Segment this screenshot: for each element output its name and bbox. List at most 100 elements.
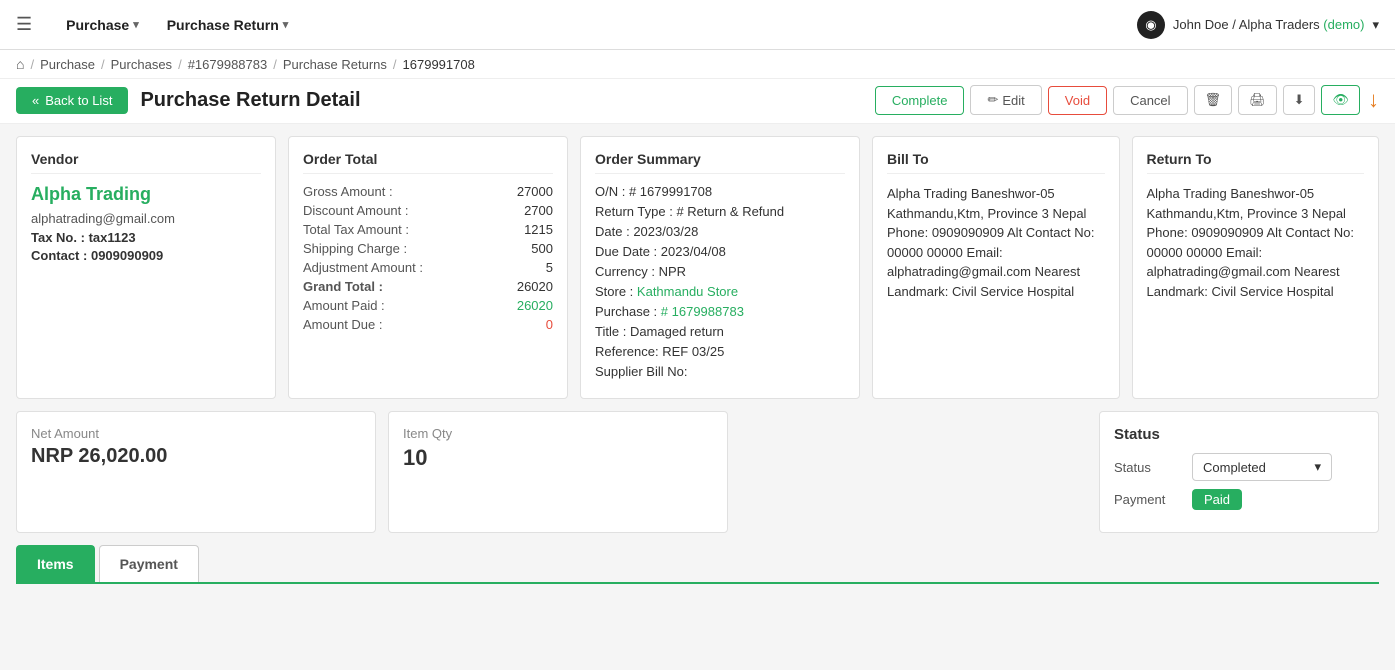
breadcrumb: ⌂ / Purchase / Purchases / #1679988783 /… xyxy=(0,50,1395,79)
order-total-header: Order Total xyxy=(303,151,553,174)
return-type-value: # Return & Refund xyxy=(676,204,784,219)
payment-badge: Paid xyxy=(1192,489,1242,510)
net-amount-value: NRP 26,020.00 xyxy=(31,445,361,468)
status-field: Status Completed ▾ xyxy=(1114,453,1364,481)
amount-paid-label: Amount Paid : xyxy=(303,298,385,313)
adjustment-label: Adjustment Amount : xyxy=(303,260,423,275)
nav-purchase-return[interactable]: Purchase Return ▾ xyxy=(153,0,303,50)
return-type-label: Return Type : xyxy=(595,204,673,219)
breadcrumb-order-id[interactable]: #1679988783 xyxy=(188,57,268,72)
vendor-contact-label: Contact : xyxy=(31,248,87,263)
vendor-contact: Contact : 0909090909 xyxy=(31,248,261,263)
bill-to-header: Bill To xyxy=(887,151,1105,174)
return-to-address: Alpha Trading Baneshwor-05 Kathmandu,Ktm… xyxy=(1147,184,1365,301)
date-label: Date : xyxy=(595,224,630,239)
bottom-row: Net Amount NRP 26,020.00 Item Qty 10 Sta… xyxy=(16,411,1379,533)
status-dropdown-chevron: ▾ xyxy=(1314,459,1321,475)
breadcrumb-return-id: 1679991708 xyxy=(403,57,475,72)
grand-total-label: Grand Total : xyxy=(303,279,383,294)
back-to-list-label: Back to List xyxy=(45,93,112,108)
breadcrumb-purchases[interactable]: Purchases xyxy=(111,57,172,72)
order-summary-card: Order Summary O/N : # 1679991708 Return … xyxy=(580,136,860,399)
home-icon[interactable]: ⌂ xyxy=(16,56,24,72)
main-content: Vendor Alpha Trading alphatrading@gmail.… xyxy=(0,124,1395,596)
back-to-list-button[interactable]: « Back to List xyxy=(16,87,128,114)
adjustment-value: 5 xyxy=(546,260,553,275)
date-value: 2023/03/28 xyxy=(633,224,698,239)
vendor-tax-label: Tax No. : xyxy=(31,230,85,245)
reference-value: REF 03/25 xyxy=(662,344,724,359)
due-date-label: Due Date : xyxy=(595,244,657,259)
grand-total-row: Grand Total : 26020 xyxy=(303,279,553,294)
nav-purchase-chevron: ▾ xyxy=(133,18,139,31)
reference-label: Reference: xyxy=(595,344,659,359)
currency-label: Currency : xyxy=(595,264,655,279)
void-button[interactable]: Void xyxy=(1048,86,1107,115)
print-button[interactable]: 🖨 xyxy=(1238,85,1277,115)
tab-items[interactable]: Items xyxy=(16,545,95,582)
return-to-header: Return To xyxy=(1147,151,1365,174)
tax-row: Total Tax Amount : 1215 xyxy=(303,222,553,237)
user-chevron: ▾ xyxy=(1372,17,1379,33)
breadcrumb-purchase[interactable]: Purchase xyxy=(40,57,95,72)
cancel-button[interactable]: Cancel xyxy=(1113,86,1187,115)
net-amount-card: Net Amount NRP 26,020.00 xyxy=(16,411,376,533)
eye-button[interactable]: 👁 xyxy=(1321,85,1360,115)
page-title: Purchase Return Detail xyxy=(140,89,360,112)
bottom-spacer xyxy=(740,411,1087,533)
vendor-tax: Tax No. : tax1123 xyxy=(31,230,261,245)
edit-icon: ✏ xyxy=(987,92,998,108)
nav-purchase-return-chevron: ▾ xyxy=(283,18,289,31)
item-qty-card: Item Qty 10 xyxy=(388,411,728,533)
page-header: « Back to List Purchase Return Detail Co… xyxy=(0,79,1395,124)
action-buttons: Complete ✏ Edit Void Cancel 🗑 🖨 ⬇ 👁 ↓ xyxy=(875,85,1379,115)
vendor-tax-value: tax1123 xyxy=(89,230,136,245)
edit-label: Edit xyxy=(1002,93,1024,108)
purchase-row: Purchase : # 1679988783 xyxy=(595,304,845,319)
status-dropdown-value: Completed xyxy=(1203,460,1266,475)
order-total-card: Order Total Gross Amount : 27000 Discoun… xyxy=(288,136,568,399)
amount-paid-value: 26020 xyxy=(517,298,553,313)
hamburger-icon[interactable]: ☰ xyxy=(16,14,32,35)
tab-payment[interactable]: Payment xyxy=(99,545,199,582)
breadcrumb-purchase-returns[interactable]: Purchase Returns xyxy=(283,57,387,72)
grand-total-value: 26020 xyxy=(517,279,553,294)
net-amount-label: Net Amount xyxy=(31,426,361,441)
payment-field: Payment Paid xyxy=(1114,489,1364,510)
amount-due-row: Amount Due : 0 xyxy=(303,317,553,332)
user-text: John Doe / Alpha Traders (demo) xyxy=(1173,17,1365,32)
nav-purchase[interactable]: Purchase ▾ xyxy=(52,0,153,50)
delete-button[interactable]: 🗑 xyxy=(1194,85,1233,115)
title-value: Damaged return xyxy=(630,324,724,339)
vendor-card-header: Vendor xyxy=(31,151,261,174)
currency-row: Currency : NPR xyxy=(595,264,845,279)
discount-value: 2700 xyxy=(524,203,553,218)
amount-due-label: Amount Due : xyxy=(303,317,383,332)
status-dropdown[interactable]: Completed ▾ xyxy=(1192,453,1332,481)
currency-value: NPR xyxy=(659,264,686,279)
gross-amount-value: 27000 xyxy=(517,184,553,199)
status-field-label: Status xyxy=(1114,460,1184,475)
status-card: Status Status Completed ▾ Payment Paid xyxy=(1099,411,1379,533)
shipping-value: 500 xyxy=(531,241,553,256)
store-label: Store : xyxy=(595,284,633,299)
status-title: Status xyxy=(1114,426,1364,443)
download-button[interactable]: ⬇ xyxy=(1283,85,1316,115)
date-row: Date : 2023/03/28 xyxy=(595,224,845,239)
discount-row: Discount Amount : 2700 xyxy=(303,203,553,218)
return-type-row: Return Type : # Return & Refund xyxy=(595,204,845,219)
back-arrow-icon: « xyxy=(32,93,39,108)
discount-label: Discount Amount : xyxy=(303,203,409,218)
gross-amount-row: Gross Amount : 27000 xyxy=(303,184,553,199)
item-qty-label: Item Qty xyxy=(403,426,713,441)
vendor-contact-value: 0909090909 xyxy=(91,248,163,263)
store-row: Store : Kathmandu Store xyxy=(595,284,845,299)
edit-button[interactable]: ✏ Edit xyxy=(970,85,1041,115)
order-summary-header: Order Summary xyxy=(595,151,845,174)
user-avatar: ◉ xyxy=(1137,11,1165,39)
return-to-card: Return To Alpha Trading Baneshwor-05 Kat… xyxy=(1132,136,1380,399)
amount-paid-row: Amount Paid : 26020 xyxy=(303,298,553,313)
complete-button[interactable]: Complete xyxy=(875,86,965,115)
payment-field-label: Payment xyxy=(1114,492,1184,507)
user-menu[interactable]: ◉ John Doe / Alpha Traders (demo) ▾ xyxy=(1137,11,1379,39)
